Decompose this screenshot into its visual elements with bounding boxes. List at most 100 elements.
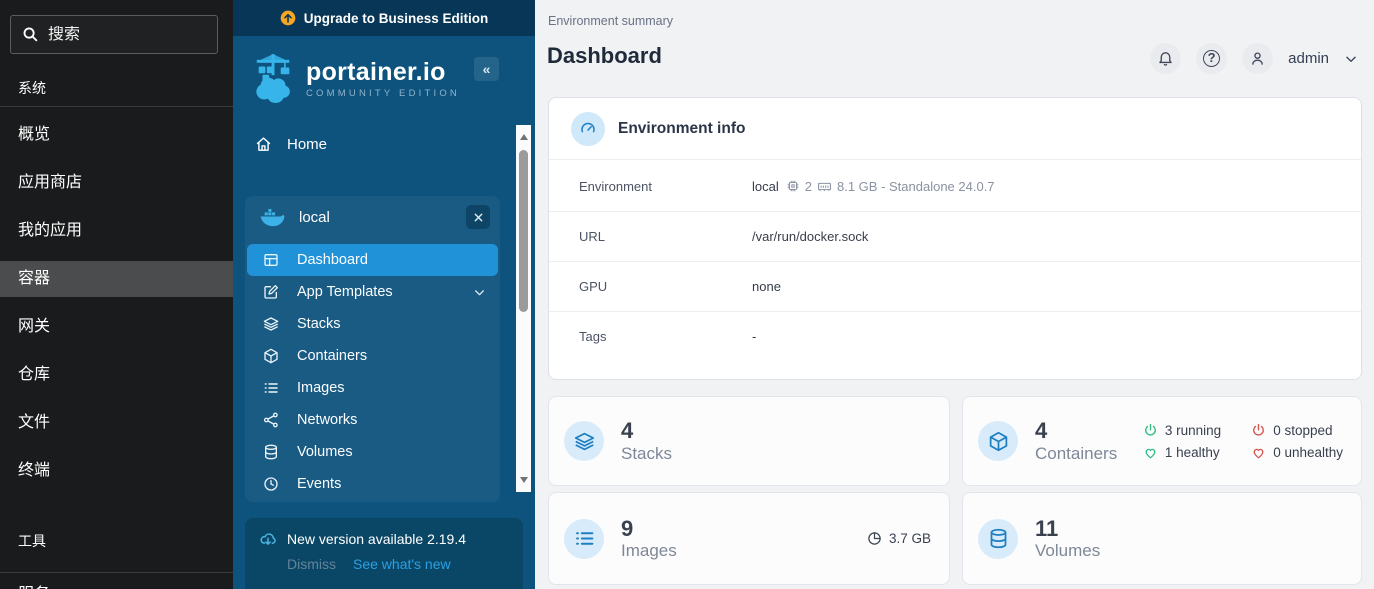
unhealthy-label: 0 unhealthy (1273, 445, 1343, 460)
networks-icon (262, 412, 279, 428)
stopped-label: 0 stopped (1273, 423, 1332, 438)
environment-box: local Dashboard App Templates (245, 196, 500, 502)
notifications-button[interactable] (1150, 43, 1181, 74)
cloud-download-icon (259, 530, 277, 548)
environment-value: local (752, 179, 779, 194)
chevron-down-icon[interactable] (1344, 52, 1358, 66)
row-label: GPU (549, 279, 752, 294)
volumes-icon (262, 444, 279, 460)
stacks-label: Stacks (621, 444, 672, 464)
containers-icon (262, 348, 279, 364)
list-icon (564, 519, 604, 559)
header-actions: ? admin (1150, 43, 1358, 74)
sidebar-scrollbar[interactable] (516, 125, 531, 492)
dashboard-icon (262, 252, 279, 268)
stacks-count: 4 (621, 418, 672, 443)
container-statuses: 3 running 0 stopped 1 healthy (1143, 423, 1343, 460)
sidebar-item-app-templates[interactable]: App Templates (247, 276, 498, 308)
user-icon (1249, 50, 1266, 67)
docker-whale-icon (259, 206, 285, 228)
home-icon (255, 136, 272, 153)
cpu-count: 2 (805, 179, 812, 194)
volumes-count: 11 (1035, 516, 1100, 541)
sidebar-item-files[interactable]: 文件 (0, 405, 233, 441)
environment-info-panel: Environment info Environment local 2 8.1 (548, 97, 1362, 380)
info-row-tags: Tags - (549, 311, 1361, 361)
breadcrumb: Environment summary (548, 14, 673, 28)
sidebar-item-dashboard[interactable]: Dashboard (247, 244, 498, 276)
environment-nav: Dashboard App Templates Stacks (247, 244, 498, 500)
images-size: 3.7 GB (867, 531, 931, 546)
scroll-down-arrow[interactable] (520, 477, 528, 483)
help-icon: ? (1203, 50, 1220, 67)
sidebar-item-stacks[interactable]: Stacks (247, 308, 498, 340)
sidebar-item-volumes[interactable]: Volumes (247, 436, 498, 468)
sidebar-item-containers[interactable]: Containers (247, 340, 498, 372)
sidebar-item-services[interactable]: 服务 (0, 577, 233, 589)
gauge-icon (571, 112, 605, 146)
containers-card[interactable]: 4 Containers 3 running 0 stopped (962, 396, 1362, 486)
panel-title: Environment info (618, 120, 745, 138)
environment-specs: 8.1 GB - Standalone 24.0.7 (837, 179, 995, 194)
portainer-logo (251, 53, 297, 105)
stacks-icon (262, 316, 279, 332)
divider (0, 572, 233, 573)
sidebar-item-overview[interactable]: 概览 (0, 117, 233, 153)
scroll-up-arrow[interactable] (520, 134, 528, 140)
upgrade-banner-label: Upgrade to Business Edition (304, 11, 489, 26)
app-templates-icon (262, 284, 279, 300)
images-icon (262, 380, 279, 396)
environment-name: local (299, 209, 330, 226)
username[interactable]: admin (1288, 50, 1329, 67)
images-label: Images (621, 541, 677, 561)
chevron-down-icon (473, 286, 486, 299)
see-whats-new-link[interactable]: See what's new (353, 556, 451, 572)
search-box[interactable] (10, 15, 218, 54)
images-size-value: 3.7 GB (889, 531, 931, 546)
volumes-card[interactable]: 11 Volumes (962, 492, 1362, 585)
sidebar-item-label: Events (297, 476, 341, 492)
row-label: URL (549, 229, 752, 244)
help-button[interactable]: ? (1196, 43, 1227, 74)
sidebar-item-images[interactable]: Images (247, 372, 498, 404)
sidebar-item-terminal[interactable]: 终端 (0, 453, 233, 489)
portainer-sidebar: Upgrade to Business Edition portainer.io (233, 0, 535, 589)
sidebar-item-label: Dashboard (297, 252, 368, 268)
events-icon (262, 476, 279, 492)
user-menu-button[interactable] (1242, 43, 1273, 74)
sidebar-item-gateway[interactable]: 网关 (0, 309, 233, 345)
containers-label: Containers (1035, 444, 1117, 464)
sidebar-item-label: Images (297, 380, 345, 396)
main-content: Environment summary Dashboard ? admin (535, 0, 1374, 589)
stacks-card[interactable]: 4 Stacks (548, 396, 950, 486)
row-label: Tags (549, 329, 752, 344)
panel-header: Environment info (549, 98, 1361, 160)
sidebar-item-home[interactable]: Home (255, 130, 495, 158)
close-environment-button[interactable] (466, 205, 490, 229)
sidebar-item-networks[interactable]: Networks (247, 404, 498, 436)
sidebar-item-registry[interactable]: 仓库 (0, 357, 233, 393)
sidebar-item-appstore[interactable]: 应用商店 (0, 165, 233, 201)
volumes-label: Volumes (1035, 541, 1100, 561)
environment-header: local (245, 196, 500, 238)
sidebar-item-events[interactable]: Events (247, 468, 498, 500)
search-input[interactable] (48, 26, 206, 44)
sidebar-item-containers[interactable]: 容器 (0, 261, 233, 297)
logo-subtitle: COMMUNITY EDITION (306, 88, 460, 99)
memory-icon (817, 179, 832, 194)
sidebar-item-label: App Templates (297, 284, 393, 300)
info-row-environment: Environment local 2 8.1 GB - Standalone … (549, 161, 1361, 211)
update-title: New version available 2.19.4 (287, 531, 466, 547)
upgrade-icon (280, 10, 296, 26)
sidebar-item-myapps[interactable]: 我的应用 (0, 213, 233, 249)
scrollbar-thumb[interactable] (519, 150, 528, 312)
logo-title: portainer.io (306, 59, 460, 85)
upgrade-banner[interactable]: Upgrade to Business Edition (233, 0, 535, 36)
cube-icon (978, 421, 1018, 461)
images-count: 9 (621, 516, 677, 541)
logo-row: portainer.io COMMUNITY EDITION « (251, 48, 521, 110)
url-value: /var/run/docker.sock (752, 229, 868, 244)
collapse-sidebar-button[interactable]: « (474, 57, 499, 81)
images-card[interactable]: 9 Images 3.7 GB (548, 492, 950, 585)
dismiss-link[interactable]: Dismiss (287, 556, 336, 572)
